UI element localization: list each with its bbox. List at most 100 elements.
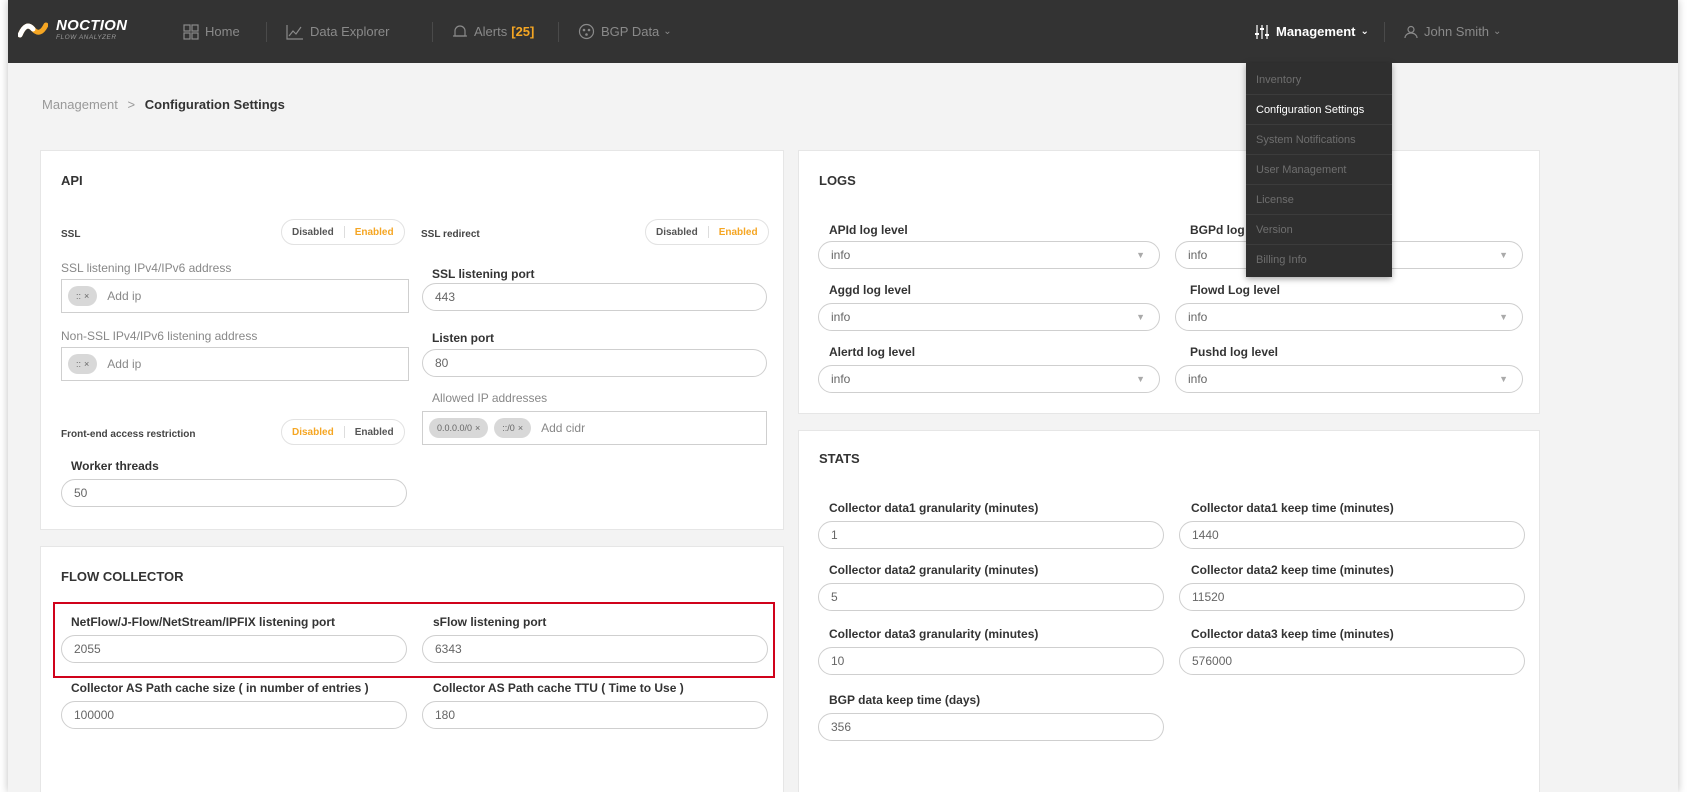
bgp-globe-icon xyxy=(578,23,595,40)
cidr-chip[interactable]: ::/0 × xyxy=(494,418,532,438)
listen-port-input[interactable]: 80 xyxy=(422,349,767,377)
nav-divider xyxy=(432,22,433,42)
non-ssl-address-label: Non-SSL IPv4/IPv6 listening address xyxy=(61,329,258,343)
ssl-disabled-option[interactable]: Disabled xyxy=(282,227,344,238)
listen-port-label: Listen port xyxy=(432,331,494,345)
menu-item-license[interactable]: License xyxy=(1246,185,1392,215)
as-cache-size-input[interactable]: 100000 xyxy=(61,701,407,729)
menu-item-system-notifications[interactable]: System Notifications xyxy=(1246,125,1392,155)
nav-management[interactable]: Management ⌄ xyxy=(1254,0,1369,63)
flowd-log-select[interactable]: info ▼ xyxy=(1175,303,1523,331)
data1-granularity-input[interactable]: 1 xyxy=(818,521,1164,549)
ssl-toggle[interactable]: Disabled Enabled xyxy=(281,219,405,245)
sflow-port-input[interactable]: 6343 xyxy=(422,635,768,663)
ip-chip[interactable]: :: × xyxy=(68,354,98,374)
ssl-redirect-toggle[interactable]: Disabled Enabled xyxy=(645,219,769,245)
sliders-icon xyxy=(1255,24,1269,39)
pushd-log-select[interactable]: info ▼ xyxy=(1175,365,1523,393)
top-navigation-bar: NOCTION FLOW ANALYZER Home Data Explorer xyxy=(8,0,1678,63)
menu-item-version[interactable]: Version xyxy=(1246,215,1392,245)
add-ip-placeholder: Add ip xyxy=(107,289,142,303)
caret-down-icon: ▼ xyxy=(1499,374,1508,384)
grid-icon xyxy=(183,23,199,40)
management-dropdown-menu: Inventory Configuration Settings System … xyxy=(1246,63,1392,277)
pushd-log-label: Pushd log level xyxy=(1190,345,1279,359)
chevron-down-icon: ⌄ xyxy=(663,26,672,37)
flow-collector-card: FLOW COLLECTOR NetFlow/J-Flow/NetStream/… xyxy=(40,546,784,792)
data2-granularity-input[interactable]: 5 xyxy=(818,583,1164,611)
user-icon xyxy=(1404,25,1418,38)
alertd-log-select[interactable]: info ▼ xyxy=(818,365,1160,393)
netflow-port-input[interactable]: 2055 xyxy=(61,635,407,663)
breadcrumb: Management > Configuration Settings xyxy=(42,97,285,112)
data3-keep-input[interactable]: 576000 xyxy=(1179,647,1525,675)
frontend-restriction-toggle[interactable]: Disabled Enabled xyxy=(281,419,405,445)
nav-user-menu[interactable]: John Smith ⌄ xyxy=(1404,0,1501,63)
alerts-count-badge: [25] xyxy=(511,24,535,39)
flowd-log-label: Flowd Log level xyxy=(1190,283,1281,297)
bgpd-log-label: BGPd log xyxy=(1190,223,1245,237)
ssl-redirect-disabled-option[interactable]: Disabled xyxy=(646,227,708,238)
screen: NOCTION FLOW ANALYZER Home Data Explorer xyxy=(0,0,1702,792)
breadcrumb-parent[interactable]: Management xyxy=(42,97,118,112)
data2-granularity-label: Collector data2 granularity (minutes) xyxy=(829,563,1039,577)
close-icon[interactable]: × xyxy=(518,423,523,433)
nav-divider xyxy=(266,22,267,42)
aggd-log-select[interactable]: info ▼ xyxy=(818,303,1160,331)
data3-granularity-label: Collector data3 granularity (minutes) xyxy=(829,627,1039,641)
allowed-ip-input[interactable]: 0.0.0.0/0 × ::/0 × Add cidr xyxy=(422,411,767,445)
nav-bgp-data[interactable]: BGP Data ⌄ xyxy=(578,0,672,63)
caret-down-icon: ▼ xyxy=(1136,312,1145,322)
as-cache-ttu-input[interactable]: 180 xyxy=(422,701,768,729)
caret-down-icon: ▼ xyxy=(1499,250,1508,260)
worker-threads-label: Worker threads xyxy=(71,459,159,473)
ssl-enabled-option[interactable]: Enabled xyxy=(345,227,404,238)
caret-down-icon: ▼ xyxy=(1136,374,1145,384)
data3-granularity-input[interactable]: 10 xyxy=(818,647,1164,675)
ssl-listen-address-input[interactable]: :: × Add ip xyxy=(61,279,409,313)
menu-item-user-management[interactable]: User Management xyxy=(1246,155,1392,185)
ssl-port-input[interactable]: 443 xyxy=(422,283,767,311)
menu-item-inventory[interactable]: Inventory xyxy=(1246,65,1392,95)
noction-logo-icon xyxy=(18,22,48,38)
logo[interactable]: NOCTION FLOW ANALYZER xyxy=(18,18,127,42)
data1-keep-label: Collector data1 keep time (minutes) xyxy=(1191,501,1394,515)
menu-item-configuration-settings[interactable]: Configuration Settings xyxy=(1246,95,1392,125)
close-icon[interactable]: × xyxy=(475,423,480,433)
menu-item-billing-info[interactable]: Billing Info xyxy=(1246,245,1392,275)
frontend-disabled-option[interactable]: Disabled xyxy=(282,427,344,438)
cidr-chip-text: 0.0.0.0/0 xyxy=(437,423,473,433)
close-icon[interactable]: × xyxy=(84,291,89,301)
apid-log-select[interactable]: info ▼ xyxy=(818,241,1160,269)
ssl-redirect-label: SSL redirect xyxy=(421,229,480,240)
ssl-label: SSL xyxy=(61,229,81,240)
frontend-restriction-label: Front-end access restriction xyxy=(61,429,196,440)
close-icon[interactable]: × xyxy=(84,359,89,369)
ssl-redirect-enabled-option[interactable]: Enabled xyxy=(709,227,768,238)
worker-threads-input[interactable]: 50 xyxy=(61,479,407,507)
data1-granularity-label: Collector data1 granularity (minutes) xyxy=(829,501,1039,515)
data2-keep-input[interactable]: 11520 xyxy=(1179,583,1525,611)
nav-bgp-data-label: BGP Data xyxy=(601,24,660,39)
data1-keep-input[interactable]: 1440 xyxy=(1179,521,1525,549)
non-ssl-address-input[interactable]: :: × Add ip xyxy=(61,347,409,381)
pushd-log-value: info xyxy=(1188,372,1208,386)
frontend-enabled-option[interactable]: Enabled xyxy=(345,427,404,438)
alertd-log-value: info xyxy=(831,372,851,386)
nav-alerts-label: Alerts xyxy=(474,24,508,39)
nav-data-explorer[interactable]: Data Explorer xyxy=(286,0,389,63)
chevron-down-icon: ⌄ xyxy=(1360,26,1369,37)
add-cidr-placeholder: Add cidr xyxy=(541,421,586,435)
apid-log-value: info xyxy=(831,248,851,262)
bgp-keep-input[interactable]: 356 xyxy=(818,713,1164,741)
nav-home[interactable]: Home xyxy=(183,0,240,63)
line-chart-icon xyxy=(286,24,303,40)
aggd-log-value: info xyxy=(831,310,851,324)
cidr-chip[interactable]: 0.0.0.0/0 × xyxy=(429,418,489,438)
caret-down-icon: ▼ xyxy=(1499,312,1508,322)
breadcrumb-separator: > xyxy=(127,97,136,112)
ip-chip[interactable]: :: × xyxy=(68,286,98,306)
add-ip-placeholder: Add ip xyxy=(107,357,142,371)
nav-alerts[interactable]: Alerts [25] xyxy=(452,0,534,63)
flowd-log-value: info xyxy=(1188,310,1208,324)
